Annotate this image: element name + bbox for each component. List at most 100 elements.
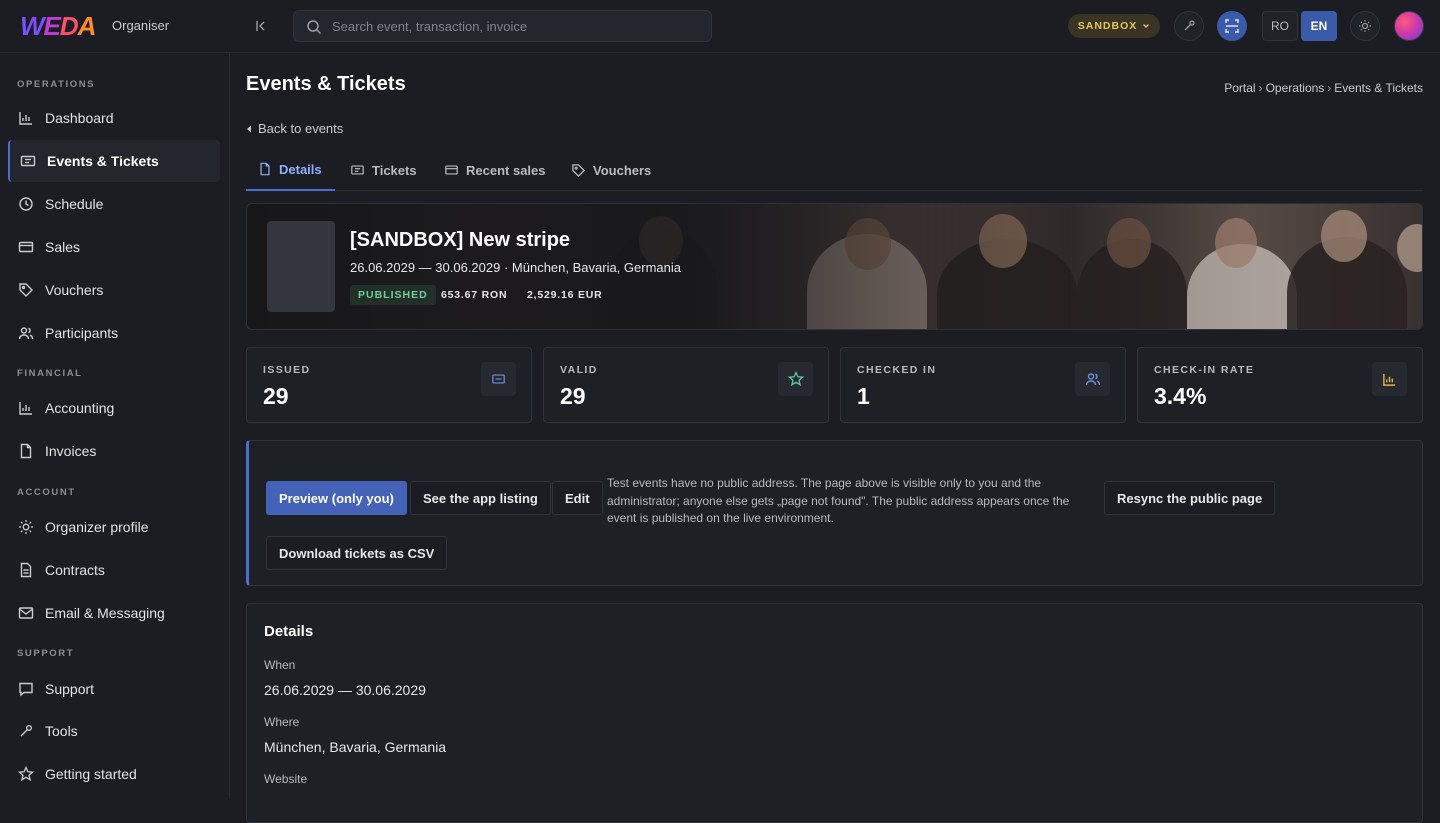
see-app-listing-button[interactable]: See the app listing <box>410 481 551 515</box>
search-box[interactable] <box>293 10 712 42</box>
details-card: Details When 26.06.2029 — 30.06.2029 Whe… <box>246 603 1423 823</box>
sidebar-item-label: Email & Messaging <box>45 605 165 621</box>
breadcrumb-portal[interactable]: Portal <box>1224 81 1255 95</box>
breadcrumb-separator-icon: › <box>1258 81 1263 95</box>
breadcrumb-separator-icon: › <box>1327 81 1332 95</box>
stat-label: CHECKED IN <box>857 364 937 376</box>
stat-card-checked-in: CHECKED IN 1 <box>840 347 1126 423</box>
collapse-sidebar-icon[interactable] <box>252 17 270 35</box>
sidebar-item-dashboard[interactable]: Dashboard <box>8 97 220 139</box>
document-icon <box>260 162 270 176</box>
status-badge: PUBLISHED <box>350 285 436 305</box>
sidebar-item-label: Organizer profile <box>45 519 149 535</box>
back-to-events-link[interactable]: Back to events <box>246 121 343 136</box>
sidebar-item-label: Events & Tickets <box>47 153 159 169</box>
event-title: [SANDBOX] New stripe <box>350 229 571 251</box>
preview-button[interactable]: Preview (only you) <box>266 481 407 515</box>
sidebar-item-getting-started[interactable]: Getting started <box>8 753 220 795</box>
public-page-actions: Preview (only you) See the app listing E… <box>246 440 1423 586</box>
top-bar: WEDA Organiser SANDBOX RO EN <box>0 0 1440 53</box>
tab-recent-sales[interactable]: Recent sales <box>432 149 558 191</box>
edit-button[interactable]: Edit <box>552 481 603 515</box>
weda-logo[interactable]: WEDA <box>20 11 96 41</box>
website-label: Website <box>264 772 308 786</box>
tab-tickets[interactable]: Tickets <box>338 149 429 191</box>
sidebar-item-accounting[interactable]: Accounting <box>8 387 220 429</box>
users-icon <box>18 327 34 340</box>
sidebar-item-label: Contracts <box>45 562 105 578</box>
tab-vouchers[interactable]: Vouchers <box>559 149 663 191</box>
sidebar-item-sales[interactable]: Sales <box>8 226 220 268</box>
revenue-ron-badge: 653.67 RON <box>441 289 508 301</box>
when-value: 26.06.2029 — 30.06.2029 <box>264 682 426 698</box>
sidebar: OPERATIONS Dashboard Events & Tickets Sc… <box>0 53 230 799</box>
page-title: Events & Tickets <box>246 73 406 95</box>
breadcrumb: Portal › Operations › Events & Tickets <box>1224 81 1423 95</box>
sidebar-item-support[interactable]: Support <box>8 668 220 710</box>
card-icon <box>445 165 458 175</box>
where-value: München, Bavaria, Germania <box>264 739 447 755</box>
sidebar-item-schedule[interactable]: Schedule <box>8 183 220 225</box>
back-link-label: Back to events <box>258 121 344 136</box>
org-label: Organiser <box>112 18 170 33</box>
sidebar-item-label: Tools <box>45 723 78 739</box>
bar-chart-icon <box>1372 362 1407 396</box>
tag-icon <box>572 163 586 177</box>
tab-label: Recent sales <box>466 162 546 178</box>
scan-icon <box>1225 19 1239 33</box>
event-thumbnail[interactable] <box>267 221 335 312</box>
wrench-icon <box>1184 20 1195 31</box>
caret-left-icon <box>247 125 251 132</box>
star-icon <box>18 766 34 782</box>
logo-wordmark: WEDA <box>20 11 96 41</box>
card-icon <box>18 241 34 253</box>
tools-button[interactable] <box>1174 11 1204 41</box>
tab-label: Tickets <box>372 162 417 178</box>
stat-label: CHECK-IN RATE <box>1154 364 1255 376</box>
sidebar-item-label: Vouchers <box>45 282 104 298</box>
stat-label: ISSUED <box>263 364 311 376</box>
breadcrumb-operations[interactable]: Operations <box>1266 81 1325 95</box>
sandbox-public-page-note: Test events have no public address. The … <box>607 476 1070 525</box>
where-label: Where <box>264 715 300 729</box>
sidebar-section-support: SUPPORT <box>17 648 75 659</box>
language-en-button[interactable]: EN <box>1301 11 1337 41</box>
stat-card-check-in-rate: CHECK-IN RATE 3.4% <box>1137 347 1423 423</box>
sidebar-item-vouchers[interactable]: Vouchers <box>8 269 220 311</box>
sun-icon <box>1359 20 1371 32</box>
download-csv-button[interactable]: Download tickets as CSV <box>266 536 448 570</box>
stat-value: 3.4% <box>1154 383 1207 409</box>
sidebar-item-label: Support <box>45 681 95 697</box>
tab-label: Vouchers <box>593 162 652 178</box>
sidebar-item-organizer-profile[interactable]: Organizer profile <box>8 506 220 548</box>
theme-toggle-button[interactable] <box>1350 11 1380 41</box>
sidebar-item-label: Schedule <box>45 196 104 212</box>
tab-details[interactable]: Details <box>246 149 335 191</box>
ticket-icon <box>481 362 516 396</box>
when-label: When <box>264 658 296 672</box>
scan-button[interactable] <box>1217 11 1247 41</box>
search-input[interactable] <box>332 11 702 41</box>
sidebar-section-financial: FINANCIAL <box>17 368 83 379</box>
sandbox-env-dropdown[interactable]: SANDBOX <box>1068 14 1160 38</box>
resync-public-page-button[interactable]: Resync the public page <box>1104 481 1276 515</box>
tag-icon <box>19 283 33 297</box>
document-icon <box>20 443 32 459</box>
sidebar-item-tools[interactable]: Tools <box>8 710 220 752</box>
revenue-eur-badge: 2,529.16 EUR <box>527 289 603 301</box>
sidebar-item-email-messaging[interactable]: Email & Messaging <box>8 592 220 634</box>
stat-value: 29 <box>263 383 289 409</box>
sidebar-item-contracts[interactable]: Contracts <box>8 549 220 591</box>
ticket-icon <box>351 165 364 175</box>
sun-icon <box>19 520 33 534</box>
star-icon <box>778 362 813 396</box>
user-avatar[interactable] <box>1394 11 1424 41</box>
language-ro-button[interactable]: RO <box>1262 11 1298 41</box>
details-heading: Details <box>264 623 314 640</box>
sidebar-item-events-tickets[interactable]: Events & Tickets <box>8 140 220 182</box>
mail-icon <box>18 607 34 619</box>
sidebar-item-invoices[interactable]: Invoices <box>8 430 220 472</box>
sidebar-item-participants[interactable]: Participants <box>8 312 220 354</box>
document-icon <box>20 562 32 578</box>
stat-label: VALID <box>560 364 598 376</box>
